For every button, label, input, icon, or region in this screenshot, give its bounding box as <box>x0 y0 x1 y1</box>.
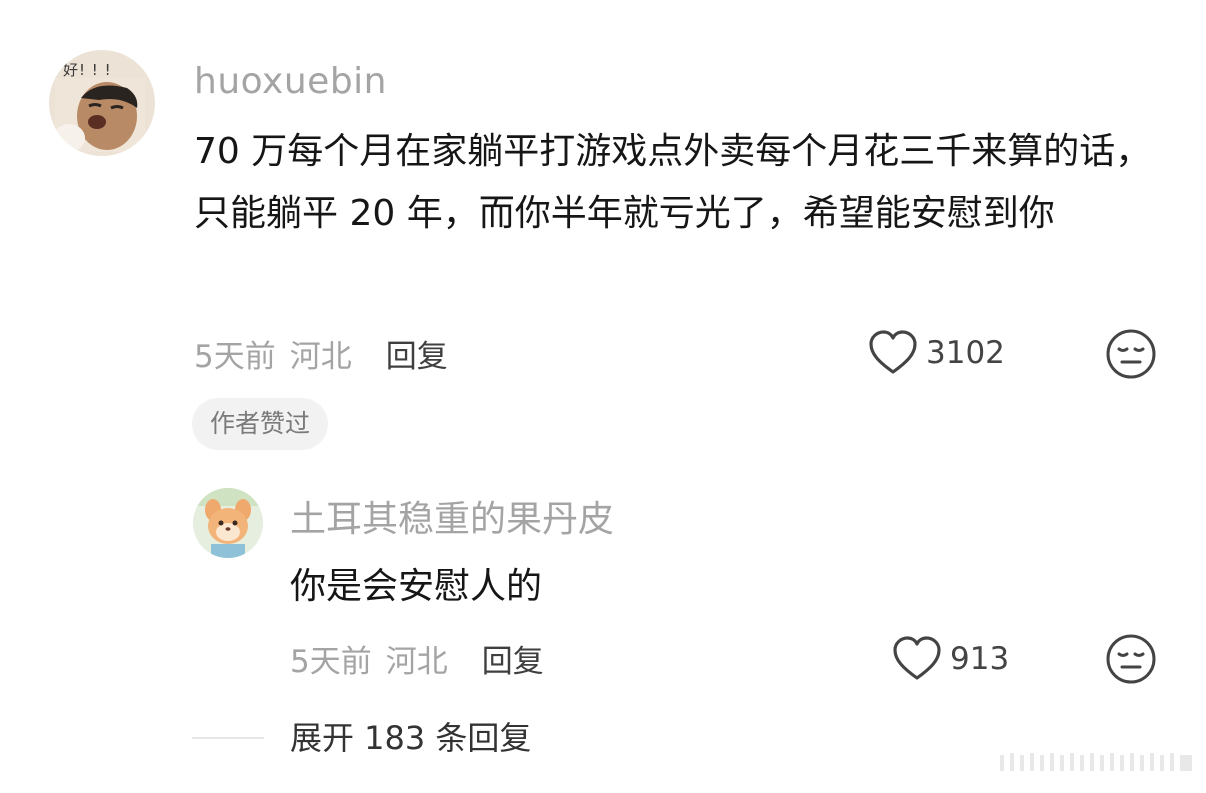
commenter-avatar[interactable]: 好! ! ! <box>49 50 155 156</box>
watermark-image <box>1000 753 1192 771</box>
reply-button[interactable]: 回复 <box>386 331 448 376</box>
reply-location: 河北 <box>385 643 448 680</box>
reply-dislike-button[interactable] <box>1105 633 1157 685</box>
comment-location: 河北 <box>289 338 352 375</box>
commenter-username[interactable]: huoxuebin <box>194 60 387 104</box>
heart-outline-icon <box>893 636 941 680</box>
reply-reply-button[interactable]: 回复 <box>482 636 544 681</box>
reply-like-count: 913 <box>950 641 1010 677</box>
comment-text: 70 万每个月在家躺平打游戏点外卖每个月花三千来算的话，只能躺平 20 年，而你… <box>194 131 1152 234</box>
meh-face-icon <box>1106 329 1156 379</box>
heart-outline-icon <box>869 330 917 374</box>
comment-meta: 5天前 河北 回复 <box>194 331 448 375</box>
expand-replies-button[interactable]: 展开 183 条回复 <box>290 716 531 760</box>
like-count: 3102 <box>926 335 1005 371</box>
reply-like-button[interactable]: 913 <box>892 633 1009 685</box>
dislike-button[interactable] <box>1105 328 1157 380</box>
author-liked-badge: 作者赞过 <box>192 398 329 450</box>
reply-time: 5天前 <box>290 643 372 680</box>
like-button[interactable]: 3102 <box>868 327 1005 379</box>
expand-divider <box>192 737 264 739</box>
replier-avatar[interactable] <box>193 488 263 558</box>
replier-username[interactable]: 土耳其稳重的果丹皮 <box>290 496 614 544</box>
meh-face-icon <box>1106 634 1156 684</box>
avatar-face-image <box>55 78 145 152</box>
comment-time: 5天前 <box>194 338 276 375</box>
reply-text: 你是会安慰人的 <box>290 566 543 607</box>
avatar-caption: 好! ! ! <box>63 61 112 79</box>
reply-meta: 5天前 河北 回复 <box>290 636 544 680</box>
avatar-character-image <box>193 488 263 558</box>
